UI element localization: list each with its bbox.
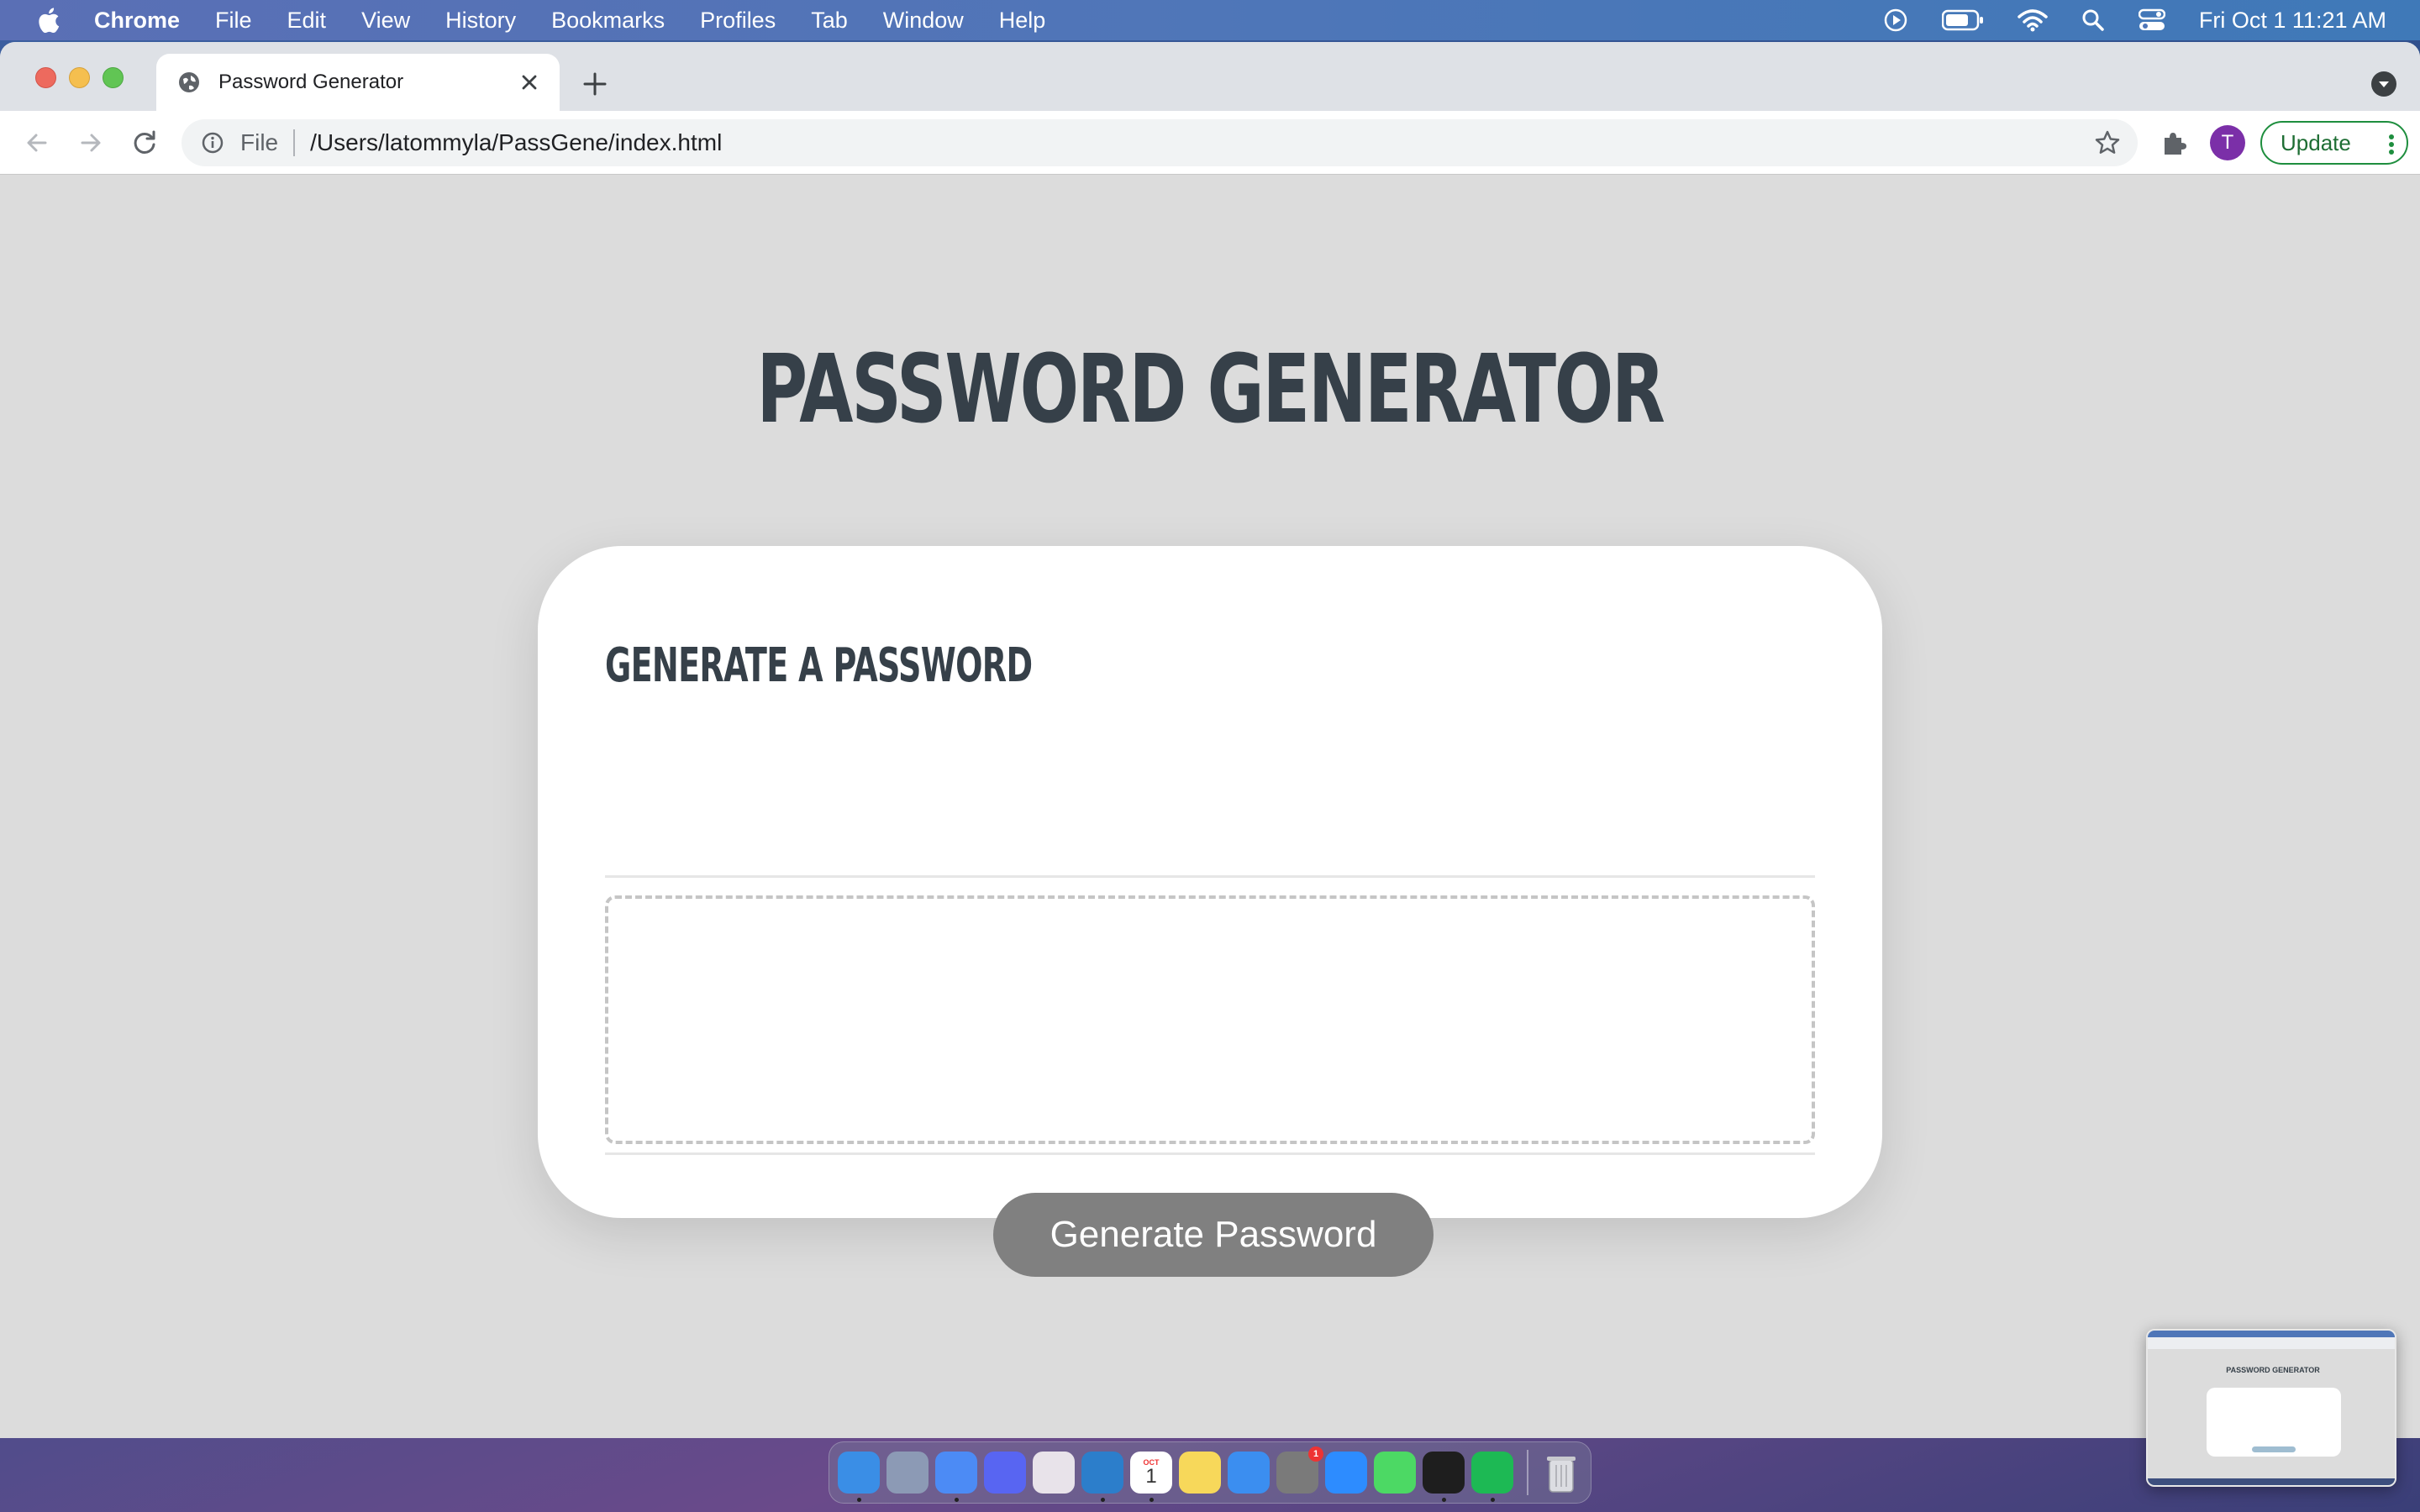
window-zoom-button[interactable] — [103, 67, 124, 88]
menubar-clock[interactable]: Fri Oct 1 11:21 AM — [2199, 8, 2386, 34]
zoom-dock-icon[interactable] — [1325, 1452, 1367, 1494]
reload-icon[interactable] — [129, 128, 160, 158]
password-output[interactable] — [605, 895, 1815, 1144]
card-header: GENERATE A PASSWORD — [605, 638, 1033, 693]
menu-profiles[interactable]: Profiles — [700, 8, 776, 34]
menu-edit[interactable]: Edit — [287, 8, 327, 34]
running-indicator — [1491, 1498, 1495, 1502]
profile-avatar[interactable]: T — [2210, 125, 2245, 160]
calendar-dock-icon[interactable]: OCT 1 — [1130, 1452, 1172, 1502]
generate-password-button[interactable]: Generate Password — [993, 1193, 1434, 1277]
menu-app-name[interactable]: Chrome — [94, 8, 180, 34]
running-indicator — [1442, 1498, 1446, 1502]
forward-arrow-icon[interactable] — [76, 128, 106, 158]
card-divider-bottom — [605, 1152, 1815, 1155]
apple-icon[interactable] — [35, 6, 60, 34]
tab-search-button[interactable] — [2371, 71, 2396, 97]
tab-strip: Password Generator — [0, 42, 2420, 111]
running-indicator — [857, 1498, 861, 1502]
macos-menubar: Chrome File Edit View History Bookmarks … — [0, 0, 2420, 40]
update-label: Update — [2281, 129, 2351, 155]
screenshot-thumbnail[interactable]: PASSWORD GENERATOR — [2146, 1329, 2396, 1487]
browser-window: Password Generator File /Users/latommyla… — [0, 42, 2420, 1438]
wifi-icon[interactable] — [2018, 8, 2048, 32]
thumbnail-dock — [2148, 1478, 2395, 1485]
spotify-dock-icon[interactable] — [1471, 1452, 1513, 1502]
dock-separator — [1527, 1450, 1528, 1495]
menu-file[interactable]: File — [215, 8, 252, 34]
browser-toolbar: File /Users/latommyla/PassGene/index.htm… — [0, 111, 2420, 175]
menu-tab[interactable]: Tab — [811, 8, 848, 34]
running-indicator — [1101, 1498, 1105, 1502]
more-vert-icon — [2389, 134, 2394, 155]
bookmark-star-icon[interactable] — [2094, 129, 2121, 156]
new-tab-icon[interactable] — [580, 69, 610, 99]
thumbnail-button — [2252, 1446, 2296, 1452]
menu-bookmarks[interactable]: Bookmarks — [551, 8, 665, 34]
messages-dock-icon[interactable] — [1374, 1452, 1416, 1494]
running-indicator — [1150, 1498, 1154, 1502]
back-arrow-icon[interactable] — [22, 128, 52, 158]
extensions-puzzle-icon[interactable] — [2160, 128, 2190, 158]
page-viewport: PASSWORD GENERATOR GENERATE A PASSWORD G… — [0, 175, 2420, 1438]
thumbnail-menubar — [2148, 1331, 2395, 1337]
menu-window[interactable]: Window — [883, 8, 964, 34]
macos-dock: OCT 1 1 — [829, 1441, 1591, 1504]
slack-dock-icon[interactable] — [1033, 1452, 1075, 1494]
menu-history[interactable]: History — [445, 8, 516, 34]
thumbnail-browser-chrome — [2148, 1337, 2395, 1349]
menubar-status-area: Fri Oct 1 11:21 AM — [1849, 0, 2386, 40]
trash-dock-icon[interactable] — [1540, 1452, 1582, 1494]
page-title: PASSWORD GENERATOR — [756, 335, 1665, 444]
tab-title: Password Generator — [218, 71, 404, 93]
vscode-dock-icon[interactable] — [1081, 1452, 1123, 1502]
calendar-day-label: 1 — [1145, 1464, 1157, 1488]
address-bar[interactable]: File /Users/latommyla/PassGene/index.htm… — [182, 119, 2138, 166]
thumbnail-title: PASSWORD GENERATOR — [2226, 1366, 2320, 1374]
card-divider-top — [605, 875, 1815, 878]
launchpad-dock-icon[interactable] — [886, 1452, 929, 1494]
thumbnail-page: PASSWORD GENERATOR — [2148, 1349, 2395, 1485]
globe-icon — [179, 72, 199, 92]
control-center-icon[interactable] — [2138, 8, 2165, 32]
chevron-down-icon — [2379, 81, 2389, 87]
address-separator — [293, 129, 296, 156]
tab-close-icon[interactable] — [518, 71, 541, 94]
window-minimize-button[interactable] — [69, 67, 90, 88]
address-scheme-label: File — [240, 129, 279, 155]
discord-dock-icon[interactable] — [984, 1452, 1026, 1494]
play-icon[interactable] — [1883, 8, 1908, 33]
system-preferences-dock-icon[interactable]: 1 — [1276, 1446, 1323, 1494]
terminal-dock-icon[interactable] — [1423, 1452, 1465, 1502]
update-button[interactable]: Update — [2260, 121, 2408, 165]
info-icon[interactable] — [200, 130, 225, 155]
finder-dock-icon[interactable] — [838, 1452, 880, 1502]
menu-help[interactable]: Help — [999, 8, 1046, 34]
notes-dock-icon[interactable] — [1179, 1452, 1221, 1494]
window-close-button[interactable] — [35, 67, 56, 88]
running-indicator — [955, 1498, 959, 1502]
tab-password-generator[interactable]: Password Generator — [156, 54, 560, 111]
notification-badge: 1 — [1308, 1446, 1323, 1462]
spotlight-icon[interactable] — [2081, 8, 2105, 32]
chrome-dock-icon[interactable] — [935, 1452, 977, 1502]
generator-card: GENERATE A PASSWORD Generate Password — [538, 546, 1882, 1277]
address-url[interactable]: /Users/latommyla/PassGene/index.html — [310, 129, 722, 156]
safari-dock-icon[interactable] — [1228, 1452, 1270, 1494]
battery-icon[interactable] — [1941, 9, 1984, 31]
menu-view[interactable]: View — [361, 8, 410, 34]
